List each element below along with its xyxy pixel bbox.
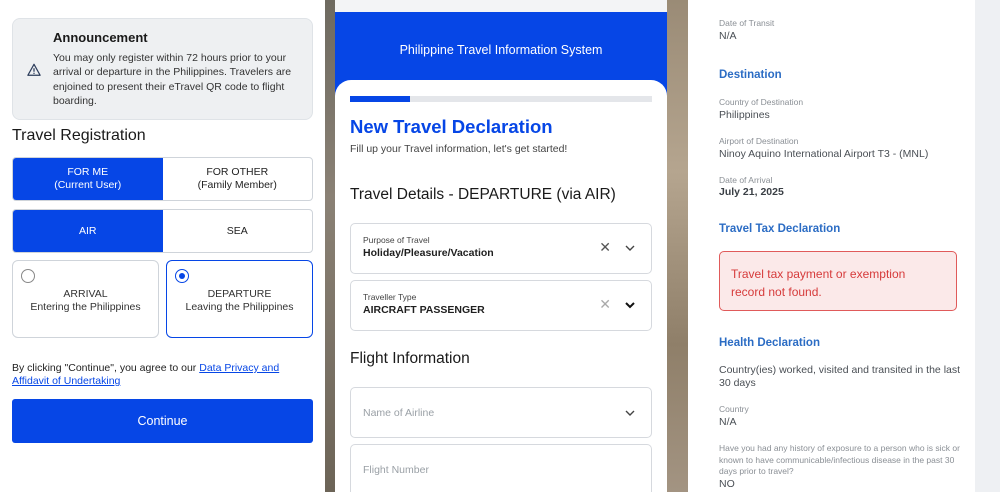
registration-panel: Announcement You may only register withi… [0,0,325,492]
page-title: New Travel Declaration [350,116,553,137]
arrival-option[interactable]: ARRIVAL Entering the Philippines [12,260,159,338]
chevron-down-icon[interactable] [624,242,636,254]
arrival-date-label: Date of Arrival [719,175,773,185]
registrant-selector: FOR ME (Current User) FOR OTHER (Family … [12,157,313,201]
flight-number-input[interactable]: Flight Number [350,444,652,492]
chevron-down-icon[interactable] [624,299,636,311]
transit-date-label: Date of Transit [719,18,775,28]
airport-destination-label: Airport of Destination [719,136,799,146]
country-label: Country [719,404,749,414]
background-strip [325,0,335,492]
sea-label: SEA [226,224,248,237]
travel-tax-message: Travel tax payment or exemption record n… [731,267,906,299]
arrival-radio[interactable] [21,269,35,283]
consent-text: By clicking "Continue", you agree to our… [12,362,312,388]
exposure-question: Have you had any history of exposure to … [719,443,960,476]
announcement-title: Announcement [53,30,148,45]
warning-icon [27,63,41,76]
air-label: AIR [78,224,97,237]
airline-placeholder: Name of Airline [363,407,435,419]
purpose-label: Purpose of Travel [363,235,430,245]
progress-fill [350,96,411,102]
sea-button[interactable]: SEA [163,210,313,252]
country-value: N/A [719,416,737,428]
travel-declaration-panel: Philippine Travel Information System New… [335,0,667,492]
for-me-button[interactable]: FOR ME (Current User) [13,158,163,200]
clear-icon[interactable]: ✕ [599,240,611,254]
travel-registration-heading: Travel Registration [12,127,146,144]
health-countries-text: Country(ies) worked, visited and transit… [719,364,961,389]
clear-icon[interactable]: ✕ [599,297,611,311]
air-button[interactable]: AIR [13,210,163,252]
app-title: Philippine Travel Information System [399,43,603,57]
arrival-option-text: ARRIVAL Entering the Philippines [13,288,158,314]
destination-heading: Destination [719,69,782,81]
chevron-down-icon[interactable] [624,407,636,419]
exposure-answer: NO [719,478,735,490]
page-subtitle: Fill up your Travel information, let's g… [350,143,568,155]
purpose-of-travel-select[interactable]: Purpose of Travel Holiday/Pleasure/Vacat… [350,223,652,274]
for-other-label: FOR OTHER [206,166,269,178]
health-declaration-heading: Health Declaration [719,337,820,349]
country-destination-value: Philippines [719,109,770,121]
airport-destination-value: Ninoy Aquino International Airport T3 - … [719,148,929,160]
flight-number-placeholder: Flight Number [363,464,429,476]
announcement-box: Announcement You may only register withi… [12,18,313,120]
declaration-card: New Travel Declaration Fill up your Trav… [335,80,667,492]
arrival-date-value: July 21, 2025 [719,186,784,198]
travel-tax-alert: Travel tax payment or exemption record n… [719,251,957,311]
arrival-title: ARRIVAL [63,288,108,300]
departure-option[interactable]: DEPARTURE Leaving the Philippines [166,260,313,338]
announcement-text: You may only register within 72 hours pr… [53,52,292,107]
departure-option-text: DEPARTURE Leaving the Philippines [167,288,312,314]
purpose-value: Holiday/Pleasure/Vacation [363,247,494,259]
for-me-sublabel: (Current User) [54,179,122,191]
departure-radio[interactable] [175,269,189,283]
traveller-type-label: Traveller Type [363,292,417,302]
travel-mode-selector: AIR SEA [12,209,313,253]
travel-tax-heading: Travel Tax Declaration [719,223,841,235]
traveller-type-value: AIRCRAFT PASSENGER [363,304,485,316]
for-me-label: FOR ME [67,166,109,178]
transit-date-value: N/A [719,30,737,42]
for-other-button[interactable]: FOR OTHER (Family Member) [163,158,313,200]
arrival-subtitle: Entering the Philippines [30,301,141,313]
departure-subtitle: Leaving the Philippines [185,301,294,313]
travel-details-heading: Travel Details - DEPARTURE (via AIR) [350,186,616,203]
page-edge [975,0,1000,492]
progress-bar [350,96,652,102]
background-strip [667,0,688,492]
departure-title: DEPARTURE [207,288,272,300]
flight-information-heading: Flight Information [350,350,470,367]
consent-prefix: By clicking "Continue", you agree to our [12,362,200,374]
for-other-sublabel: (Family Member) [197,179,277,191]
summary-panel: Date of Transit N/A Destination Country … [688,0,975,492]
country-destination-label: Country of Destination [719,97,804,107]
traveller-type-select[interactable]: Traveller Type AIRCRAFT PASSENGER ✕ [350,280,652,331]
airline-select[interactable]: Name of Airline [350,387,652,438]
continue-button[interactable]: Continue [12,399,313,443]
